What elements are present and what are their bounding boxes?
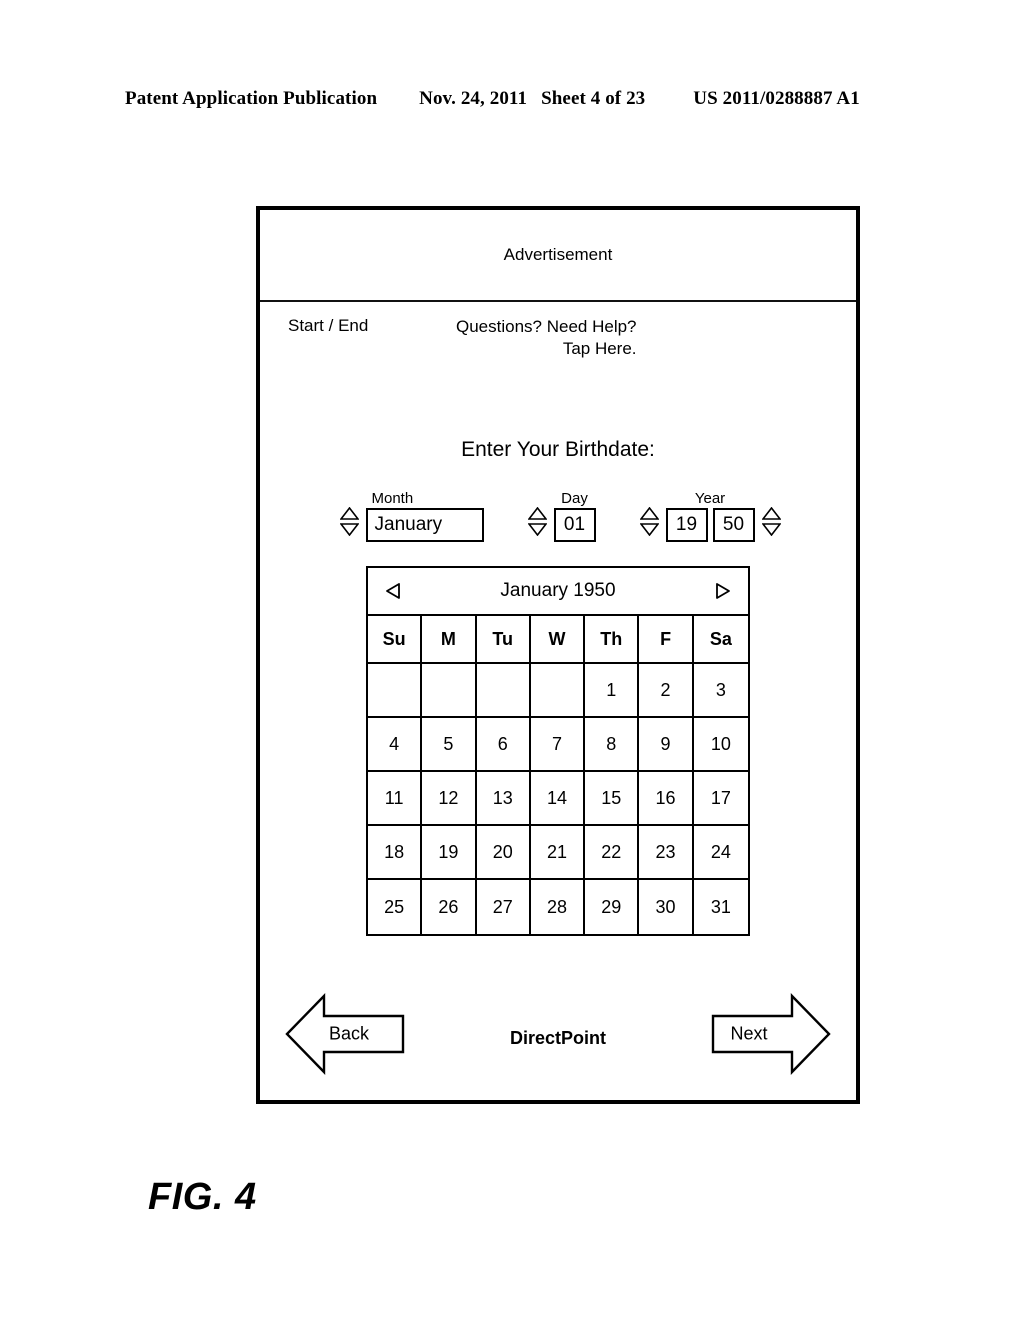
calendar-date-cell[interactable]: 2 [639, 664, 694, 718]
sheet-number: Sheet 4 of 23 [541, 88, 646, 109]
calendar-date-cell[interactable]: 27 [477, 880, 531, 934]
calendar-date-cell[interactable]: 14 [530, 772, 586, 826]
calendar-date-cell[interactable]: 21 [530, 826, 586, 880]
calendar-date-cell[interactable]: 6 [476, 718, 531, 772]
start-end-button[interactable]: Start / End [288, 316, 368, 336]
calendar-date-cell[interactable]: 28 [531, 880, 586, 934]
year-decade-stepper[interactable] [761, 507, 781, 542]
month-value: January [374, 514, 443, 535]
calendar-date-cell[interactable]: 3 [693, 664, 748, 718]
calendar-date-cell[interactable]: 20 [476, 826, 531, 880]
calendar-empty-cell [530, 664, 586, 718]
birthdate-heading: Enter Your Birthdate: [461, 438, 655, 461]
calendar-date-cell[interactable]: 16 [639, 772, 694, 826]
year-field-group: Year 19 50 [639, 490, 781, 542]
calendar-date-cell[interactable]: 13 [476, 772, 531, 826]
year-labeled-field: Year 19 50 [665, 490, 755, 542]
triangle-down-icon[interactable] [761, 523, 781, 536]
day-input[interactable]: 01 [553, 508, 596, 542]
calendar-date-cell[interactable]: 1 [585, 664, 640, 718]
triangle-left-icon[interactable] [382, 580, 404, 602]
year-century-input[interactable]: 19 [665, 508, 708, 542]
help-line-2: Tap Here. [562, 338, 637, 358]
utility-bar: Start / End Questions? Need Help? Tap He… [260, 302, 856, 376]
calendar-day-header: W [530, 616, 586, 664]
publication-date: Nov. 24, 2011 [419, 88, 528, 109]
calendar-day-header: Su [368, 616, 423, 664]
publication-header: Patent Application Publication Nov. 24, … [125, 88, 900, 110]
next-button[interactable]: Next [710, 988, 832, 1080]
day-labeled-field: Day 01 [553, 490, 596, 542]
calendar-date-cell[interactable]: 7 [530, 718, 586, 772]
calendar-day-header: F [639, 616, 694, 664]
device-screen-frame: Advertisement Start / End Questions? Nee… [256, 206, 860, 1104]
calendar-empty-cell [422, 664, 477, 718]
calendar-date-cell[interactable]: 12 [422, 772, 477, 826]
calendar-date-cell[interactable]: 19 [422, 826, 477, 880]
triangle-up-icon[interactable] [761, 507, 781, 520]
calendar-date-cell[interactable]: 31 [694, 880, 748, 934]
help-prompt[interactable]: Questions? Need Help? Tap Here. [456, 316, 637, 360]
calendar-day-header: Sa [693, 616, 748, 664]
day-label: Day [561, 490, 588, 507]
calendar-title: January 1950 [500, 580, 616, 601]
month-field-group: Month January [339, 490, 484, 542]
year-inputs: 19 50 [665, 508, 755, 542]
calendar-header: January 1950 [368, 568, 748, 616]
calendar-widget: January 1950 Su M Tu W Th F Sa 1 2 3 4 5 6 7 8 9 10 11 12 1… [366, 566, 750, 936]
figure-caption: FIG. 4 [148, 1176, 257, 1218]
year-century-value: 19 [675, 514, 698, 535]
year-label: Year [694, 490, 726, 507]
publication-title: Patent Application Publication [125, 88, 378, 109]
year-century-stepper[interactable] [639, 507, 659, 542]
calendar-date-cell[interactable]: 4 [368, 718, 423, 772]
triangle-right-icon[interactable] [712, 580, 734, 602]
advertisement-banner[interactable]: Advertisement [260, 210, 856, 302]
advertisement-label: Advertisement [503, 245, 613, 264]
calendar-date-cell[interactable]: 24 [693, 826, 748, 880]
day-stepper[interactable] [527, 507, 547, 542]
calendar-date-cell[interactable]: 23 [639, 826, 694, 880]
month-labeled-field: Month January [365, 490, 484, 542]
triangle-up-icon[interactable] [639, 507, 659, 520]
triangle-down-icon[interactable] [639, 523, 659, 536]
calendar-grid: Su M Tu W Th F Sa 1 2 3 4 5 6 7 8 9 10 11 12 13 14 15 16 17 18 19… [368, 616, 748, 934]
calendar-day-header: Tu [476, 616, 531, 664]
patent-number: US 2011/0288887 A1 [693, 88, 860, 109]
year-decade-input[interactable]: 50 [712, 508, 755, 542]
birthdate-input-row: Month January Day 01 Year 19 50 [260, 490, 856, 542]
triangle-down-icon[interactable] [527, 523, 547, 536]
triangle-up-icon[interactable] [339, 507, 359, 520]
calendar-date-cell[interactable]: 26 [422, 880, 477, 934]
day-field-group: Day 01 [527, 490, 596, 542]
calendar-empty-cell [476, 664, 531, 718]
calendar-date-cell[interactable]: 30 [639, 880, 694, 934]
calendar-date-cell[interactable]: 5 [422, 718, 477, 772]
triangle-down-icon[interactable] [339, 523, 359, 536]
calendar-date-cell[interactable]: 22 [585, 826, 640, 880]
year-decade-value: 50 [722, 514, 745, 535]
calendar-empty-cell [368, 664, 423, 718]
calendar-date-cell[interactable]: 8 [585, 718, 640, 772]
calendar-day-header: M [422, 616, 477, 664]
calendar-date-cell[interactable]: 17 [693, 772, 748, 826]
calendar-date-cell[interactable]: 11 [368, 772, 423, 826]
day-value: 01 [563, 514, 586, 535]
triangle-up-icon[interactable] [527, 507, 547, 520]
calendar-date-cell[interactable]: 29 [585, 880, 640, 934]
calendar-date-cell[interactable]: 15 [585, 772, 640, 826]
calendar-date-cell[interactable]: 18 [368, 826, 423, 880]
month-label: Month [371, 490, 414, 507]
help-line-1: Questions? Need Help? [456, 317, 637, 336]
month-stepper[interactable] [339, 507, 359, 542]
calendar-day-header: Th [585, 616, 640, 664]
calendar-date-cell[interactable]: 10 [693, 718, 748, 772]
bottom-navigation: Back DirectPoint Next [260, 986, 856, 1094]
month-input[interactable]: January [365, 508, 484, 542]
calendar-date-cell[interactable]: 9 [639, 718, 694, 772]
calendar-date-cell[interactable]: 25 [368, 880, 423, 934]
